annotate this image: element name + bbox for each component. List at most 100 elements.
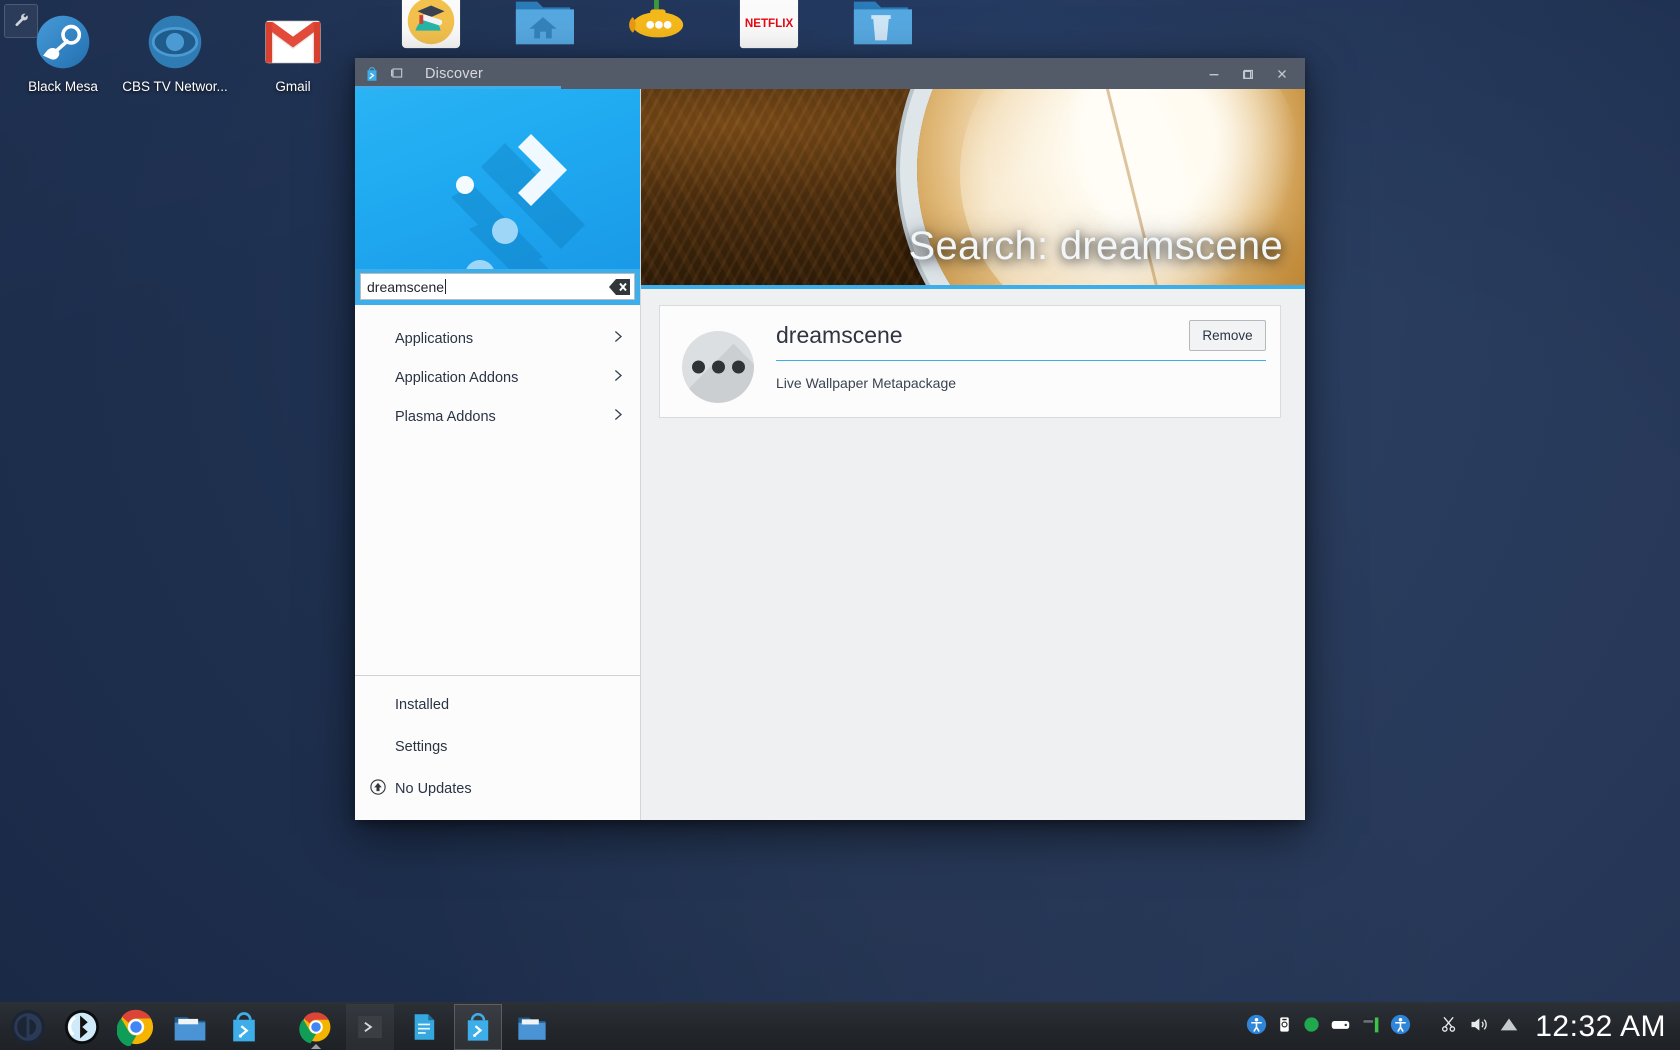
- text-document-icon: [414, 1013, 435, 1040]
- taskbar-item-tor-browser[interactable]: [4, 1004, 52, 1050]
- taskbar-task-chrome[interactable]: [292, 1004, 340, 1050]
- battery-icon[interactable]: [1360, 1014, 1381, 1040]
- discover-bag-icon: [363, 65, 381, 83]
- icon-dots: [682, 360, 754, 374]
- green-status-icon[interactable]: [1302, 1015, 1321, 1039]
- sidebar-item-label: Settings: [395, 739, 448, 755]
- desktop-icon-black-mesa[interactable]: Black Mesa: [8, 12, 118, 95]
- result-header: dreamscene Remove: [776, 320, 1266, 351]
- taskbar-item-chrome[interactable]: [112, 1004, 160, 1050]
- desktop-icon-label: Gmail: [275, 79, 311, 94]
- sidebar-item-label: No Updates: [395, 781, 472, 797]
- trash-folder-icon: [853, 1, 912, 45]
- clock[interactable]: 12:32 AM: [1535, 1010, 1674, 1044]
- window-titlebar[interactable]: Discover: [355, 58, 1305, 89]
- search-input[interactable]: dreamscene: [360, 273, 635, 300]
- chevron-right-icon: [609, 406, 626, 427]
- window-close-button[interactable]: [1265, 59, 1299, 89]
- desktop-icon-gmail[interactable]: Gmail: [238, 12, 348, 95]
- sidebar: dreamscene Applications Application Addo…: [355, 89, 641, 820]
- keep-above-icon[interactable]: [389, 65, 407, 83]
- icon-shadow: [684, 344, 754, 403]
- taskbar-task-terminal[interactable]: [346, 1003, 394, 1050]
- device-icon[interactable]: [1276, 1016, 1293, 1038]
- netflix-icon: NETFLIX: [739, 0, 799, 49]
- taskbar-task-document[interactable]: [400, 1004, 448, 1050]
- sidebar-item-applications[interactable]: Applications: [355, 319, 640, 358]
- search-container: dreamscene: [355, 269, 640, 305]
- desktop-icon-cbs[interactable]: CBS TV Networ...: [120, 12, 230, 95]
- window-title: Discover: [425, 65, 483, 82]
- gmail-icon: [238, 12, 348, 72]
- yellow-submarine-icon: [629, 0, 684, 38]
- steam-icon: [8, 12, 118, 72]
- desktop-icon-label: CBS TV Networ...: [122, 79, 228, 94]
- terminal-icon: [358, 1015, 382, 1038]
- search-banner: Search: dreamscene: [641, 89, 1305, 289]
- taskbar-task-discover[interactable]: [454, 1003, 502, 1050]
- remove-button[interactable]: Remove: [1189, 320, 1266, 351]
- svg-text:NETFLIX: NETFLIX: [745, 17, 794, 30]
- discover-bag-icon: [233, 1011, 255, 1041]
- sidebar-item-settings[interactable]: Settings: [355, 726, 640, 768]
- sidebar-categories: Applications Application Addons Plasma A…: [355, 305, 640, 436]
- content-area: Search: dreamscene dreamscene Remove Liv…: [641, 89, 1305, 820]
- chevron-right-icon: [609, 367, 626, 388]
- sidebar-item-label: Applications: [395, 330, 474, 347]
- accessibility-icon[interactable]: [1246, 1014, 1267, 1040]
- taskbar-item-bluetooth[interactable]: [58, 1004, 106, 1050]
- chevron-right-icon: [609, 328, 626, 349]
- desktop-icon-trash-folder[interactable]: [850, 0, 912, 50]
- text-caret: [445, 278, 447, 294]
- taskbar-item-discover[interactable]: [220, 1004, 268, 1050]
- accessibility-icon[interactable]: [1390, 1014, 1411, 1040]
- taskbar-launchers: [0, 1003, 556, 1050]
- graduation-cap-icon: [401, 0, 461, 49]
- desktop-icon-label: Black Mesa: [28, 79, 98, 94]
- system-tray: 12:32 AM: [1246, 1010, 1680, 1044]
- sidebar-item-label: Installed: [395, 697, 450, 713]
- results-list: dreamscene Remove Live Wallpaper Metapac…: [641, 289, 1305, 418]
- sidebar-item-label: Application Addons: [395, 369, 519, 386]
- scissors-icon[interactable]: [1439, 1014, 1459, 1039]
- desktop-icon-home-folder[interactable]: [512, 0, 574, 50]
- sidebar-item-plasma-addons[interactable]: Plasma Addons: [355, 397, 640, 436]
- window-minimize-button[interactable]: [1197, 59, 1231, 89]
- search-input-value: dreamscene: [367, 278, 608, 295]
- sidebar-item-installed[interactable]: Installed: [355, 684, 640, 726]
- home-folder-icon: [515, 1, 574, 45]
- desktop-icon-graduation[interactable]: [400, 0, 462, 50]
- drive-icon[interactable]: [1330, 1014, 1351, 1040]
- taskbar-task-file-manager[interactable]: [508, 1004, 556, 1050]
- desktop-icon-submarine[interactable]: [625, 0, 687, 50]
- tor-browser-icon: [10, 1009, 46, 1044]
- window-body: dreamscene Applications Application Addo…: [355, 89, 1305, 820]
- discover-bag-icon: [467, 1012, 489, 1041]
- taskbar[interactable]: 12:32 AM: [0, 1002, 1680, 1050]
- search-value-text: dreamscene: [367, 278, 445, 295]
- sidebar-item-label: Plasma Addons: [395, 408, 496, 425]
- result-text: dreamscene Remove Live Wallpaper Metapac…: [776, 320, 1266, 391]
- result-name: dreamscene: [776, 322, 903, 348]
- file-manager-icon: [174, 1016, 206, 1040]
- sidebar-item-no-updates[interactable]: No Updates: [355, 768, 640, 810]
- cbs-eye-icon: [120, 12, 230, 72]
- discover-logo: [355, 89, 640, 269]
- sidebar-item-application-addons[interactable]: Application Addons: [355, 358, 640, 397]
- taskbar-item-file-manager[interactable]: [166, 1004, 214, 1050]
- result-divider: [776, 360, 1266, 361]
- bluetooth-icon: [64, 1009, 100, 1044]
- chrome-icon: [299, 1012, 331, 1043]
- window-maximize-button[interactable]: [1231, 59, 1265, 89]
- result-item[interactable]: dreamscene Remove Live Wallpaper Metapac…: [659, 305, 1281, 418]
- result-description: Live Wallpaper Metapackage: [776, 375, 957, 391]
- volume-icon[interactable]: [1468, 1014, 1489, 1040]
- clear-backspace-icon[interactable]: [608, 277, 632, 297]
- discover-window[interactable]: Discover dreamscene Applications Applica…: [355, 58, 1305, 820]
- show-hidden-icon[interactable]: [1498, 1013, 1520, 1040]
- desktop-icon-netflix[interactable]: NETFLIX: [738, 0, 800, 50]
- chrome-icon: [117, 1009, 154, 1046]
- update-arrow-icon: [369, 778, 387, 800]
- file-manager-icon: [518, 1017, 546, 1040]
